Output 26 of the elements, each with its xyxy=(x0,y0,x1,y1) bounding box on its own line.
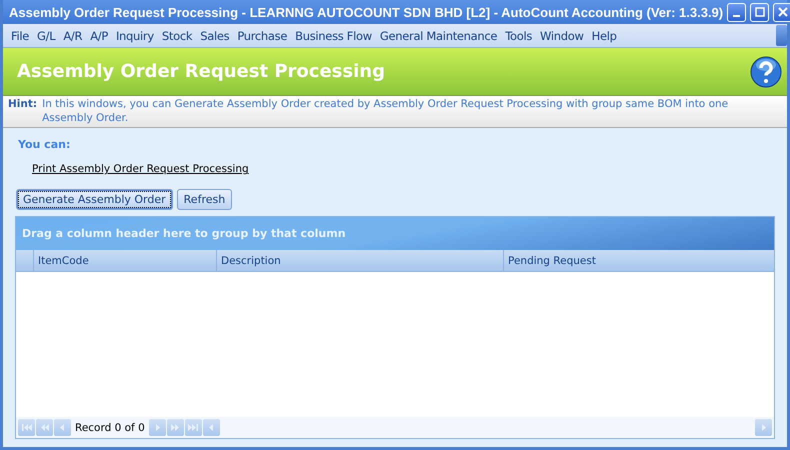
menu-item[interactable]: Help xyxy=(588,28,621,42)
refresh-button[interactable]: Refresh xyxy=(176,189,232,210)
menu-item[interactable]: Sales xyxy=(196,28,234,42)
menu-item[interactable]: Tools xyxy=(501,28,536,42)
group-panel: Drag a column header here to group by that column xyxy=(16,217,774,250)
section-label: You can: xyxy=(17,137,72,152)
menu-item[interactable]: Window xyxy=(536,28,588,42)
menu-item[interactable]: Inquiry xyxy=(112,28,158,42)
generate-button[interactable]: Generate Assembly Order xyxy=(16,189,173,210)
menu-item[interactable]: General Maintenance xyxy=(376,28,502,42)
column-header[interactable]: Pending Request xyxy=(503,250,774,272)
menu-item[interactable]: Business Flow xyxy=(291,28,376,42)
menu-item[interactable]: A/P xyxy=(86,28,112,42)
column-header[interactable]: Description xyxy=(216,250,503,272)
hint-text: In this windows, you can Generate Assembly Order created by Assembly Order Request Processing with group same BOM into one Assembly Order. xyxy=(42,98,730,126)
window-title: Assembly Order Request Processing - LEARNNG AUTOCOUNT SDN BHD [L2] - AutoCount Accounting (Ver: 1.3.3.9) xyxy=(9,4,724,20)
page-title: Assembly Order Request Processing xyxy=(17,61,385,82)
menu-item[interactable]: A/R xyxy=(59,28,86,42)
print-link[interactable]: Print Assembly Order Request Processing xyxy=(32,163,249,176)
menu-item[interactable]: G/L xyxy=(33,28,60,42)
menu-item[interactable]: Stock xyxy=(158,28,196,42)
menu-item[interactable]: Purchase xyxy=(233,28,292,42)
hint-label: Hint: xyxy=(8,98,38,112)
menu-item[interactable]: File xyxy=(7,28,34,42)
record-count: Record 0 of 0 xyxy=(74,422,146,434)
column-header[interactable]: ItemCode xyxy=(33,250,216,272)
